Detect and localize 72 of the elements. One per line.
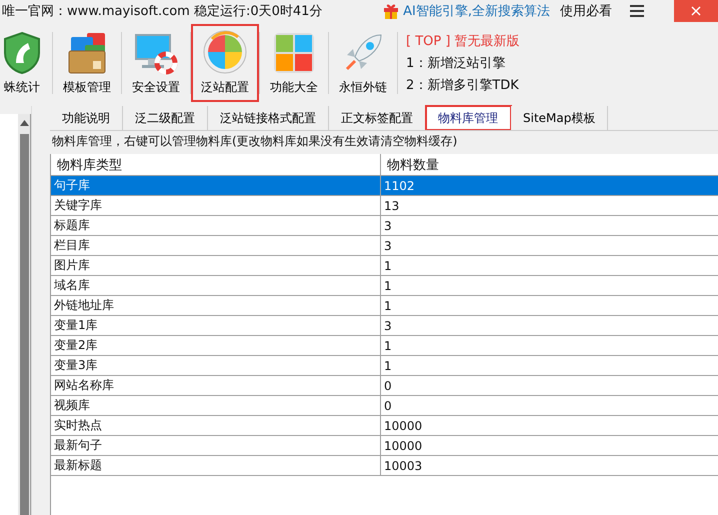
table-row[interactable]: 栏目库 3 bbox=[51, 236, 718, 256]
refresh-circle-icon bbox=[202, 29, 248, 75]
help-link[interactable]: 使用必看 bbox=[560, 2, 612, 20]
toolbar-button[interactable]: 安全设置 bbox=[122, 24, 190, 102]
table-row[interactable]: 最新句子 10000 bbox=[51, 436, 718, 456]
toolbar-button[interactable]: 功能大全 bbox=[260, 24, 328, 102]
scrollbar[interactable] bbox=[18, 114, 30, 515]
table-cell: 栏目库 bbox=[51, 236, 381, 255]
tab[interactable]: SiteMap模板 bbox=[511, 106, 608, 130]
table-row[interactable]: 视频库 0 bbox=[51, 396, 718, 416]
menu-icon[interactable] bbox=[630, 5, 644, 17]
news-item: 1：新增泛站引擎 bbox=[406, 55, 506, 72]
table-cell-text: 10000 bbox=[383, 438, 424, 454]
table-cell: 视频库 bbox=[51, 396, 381, 415]
close-button[interactable] bbox=[674, 0, 718, 22]
toolbar-button[interactable]: 泛站配置 bbox=[191, 24, 259, 102]
column-header[interactable]: 物料数量 bbox=[381, 154, 718, 175]
table-row[interactable]: 外链地址库 1 bbox=[51, 296, 718, 316]
table-cell: 网站名称库 bbox=[51, 376, 381, 395]
tab[interactable]: 物料库管理 bbox=[426, 106, 511, 130]
table-cell: 图片库 bbox=[51, 256, 381, 275]
table-cell-text: 1 bbox=[383, 338, 393, 354]
table-cell: 域名库 bbox=[51, 276, 381, 295]
table-row[interactable]: 最新标题 10003 bbox=[51, 456, 718, 476]
table-cell: 句子库 bbox=[51, 176, 381, 195]
table-row[interactable]: 变量1库 3 bbox=[51, 316, 718, 336]
column-header[interactable]: 物料库类型 bbox=[51, 154, 381, 175]
table-cell: 变量3库 bbox=[51, 356, 381, 375]
table-cell-text: 0 bbox=[383, 378, 393, 394]
table-row[interactable]: 变量3库 1 bbox=[51, 356, 718, 376]
scroll-up-icon bbox=[20, 120, 28, 126]
table-cell-text: 10000 bbox=[383, 418, 424, 434]
table-row[interactable]: 标题库 3 bbox=[51, 216, 718, 236]
table-row[interactable]: 句子库 1102 bbox=[51, 176, 718, 196]
monitor-lifebuoy-icon bbox=[134, 31, 178, 75]
table-cell-text: 1 bbox=[383, 298, 393, 314]
table-cell: 变量2库 bbox=[51, 336, 381, 355]
promo-link[interactable]: AI智能引擎,全新搜索算法 bbox=[403, 2, 550, 20]
table-cell-text: 13 bbox=[383, 198, 400, 214]
table-row[interactable]: 关键字库 13 bbox=[51, 196, 718, 216]
table-cell: 最新句子 bbox=[51, 436, 381, 455]
table-cell-text: 1102 bbox=[383, 178, 416, 194]
table-cell-text: 3 bbox=[383, 218, 393, 234]
table-cell-text: 1 bbox=[383, 358, 393, 374]
table-cell: 关键字库 bbox=[51, 196, 381, 215]
table-cell-text: 3 bbox=[383, 318, 393, 334]
table-row[interactable]: 实时热点 10000 bbox=[51, 416, 718, 436]
table-cell: 标题库 bbox=[51, 216, 381, 235]
table-cell-text: 1 bbox=[383, 278, 393, 294]
table-row[interactable]: 变量2库 1 bbox=[51, 336, 718, 356]
table-cell-text: 0 bbox=[383, 398, 393, 414]
table-row[interactable]: 域名库 1 bbox=[51, 276, 718, 296]
table-row[interactable]: 网站名称库 0 bbox=[51, 376, 718, 396]
description-text: 物料库管理，右键可以管理物料库(更改物料库如果没有生效请清空物料缓存) bbox=[51, 133, 458, 150]
table-row[interactable]: 图片库 1 bbox=[51, 256, 718, 276]
tiles-icon bbox=[272, 31, 316, 75]
table-cell: 变量1库 bbox=[51, 316, 381, 335]
table-cell: 外链地址库 bbox=[51, 296, 381, 315]
toolbar-button[interactable]: 永恒外链 bbox=[329, 24, 397, 102]
table-cell-text: 3 bbox=[383, 238, 393, 254]
table-cell-text: 1 bbox=[383, 258, 393, 274]
gift-icon bbox=[383, 3, 400, 19]
news-headline: [ TOP ] 暂无最新版 bbox=[406, 33, 520, 50]
shield-icon bbox=[2, 31, 42, 75]
toolbar-button[interactable]: 模板管理 bbox=[53, 24, 121, 102]
close-icon bbox=[691, 6, 701, 16]
toolbar-button[interactable]: 蛛统计 bbox=[0, 24, 52, 102]
table-cell: 实时热点 bbox=[51, 416, 381, 435]
site-info-text: 唯一官网：www.mayisoft.com 稳定运行:0天0时41分 bbox=[1, 3, 322, 20]
table-cell-text: 10003 bbox=[383, 458, 424, 474]
table-cell: 最新标题 bbox=[51, 456, 381, 475]
news-item: 2：新增多引擎TDK bbox=[406, 77, 520, 94]
